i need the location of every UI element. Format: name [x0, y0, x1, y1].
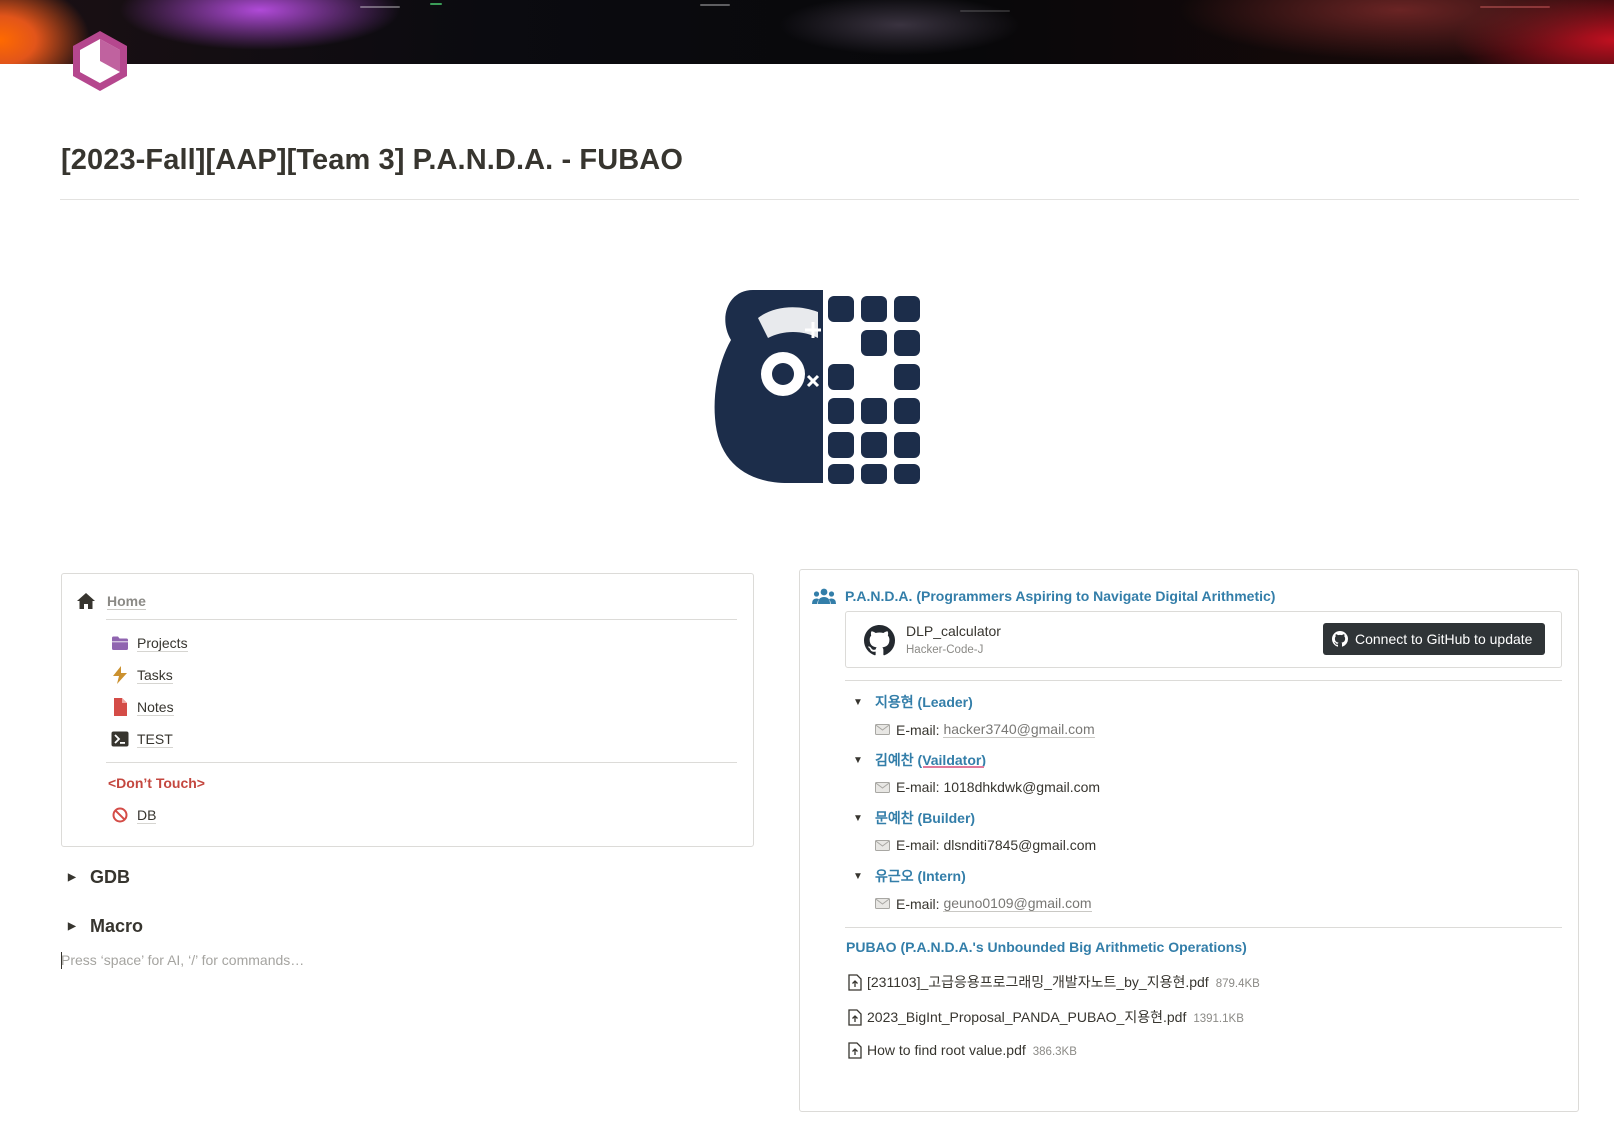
divider	[60, 199, 1579, 200]
github-embed-card[interactable]: DLP_calculator Hacker-Code-J Connect to …	[845, 611, 1562, 668]
email-link[interactable]: geuno0109@gmail.com	[943, 895, 1092, 912]
toggle-gdb[interactable]: ▶ GDB	[68, 867, 130, 888]
divider	[106, 762, 737, 763]
nav-item-label[interactable]: Notes	[137, 699, 174, 716]
member-email-row: E-mail: geuno0109@gmail.com	[875, 895, 1092, 912]
triangle-down-icon[interactable]: ▼	[853, 871, 875, 882]
triangle-down-icon[interactable]: ▼	[853, 813, 875, 824]
terminal-icon	[110, 729, 130, 749]
member-toggle[interactable]: ▼ 지용현 (Leader)	[853, 692, 973, 712]
panda-logo-image	[714, 290, 920, 484]
file-attachment[interactable]: 2023_BigInt_Proposal_PANDA_PUBAO_지용현.pdf…	[848, 1007, 1244, 1027]
member-email-row: E-mail: dlsnditi7845@gmail.com	[875, 837, 1096, 853]
github-repo-owner: Hacker-Code-J	[906, 644, 984, 656]
member-name: 문예찬 (Builder)	[875, 810, 976, 826]
cover-image[interactable]	[0, 0, 1614, 64]
spellcheck-underline	[923, 766, 984, 768]
email-text: dlsnditi7845@gmail.com	[943, 837, 1097, 853]
github-icon	[1332, 631, 1348, 647]
email-label: E-mail:	[896, 779, 940, 795]
team-title: P.A.N.D.A. (Programmers Aspiring to Navi…	[845, 588, 1276, 604]
member-toggle[interactable]: ▼ 유근오 (Intern)	[853, 866, 966, 886]
nav-item-db[interactable]: DB	[110, 804, 157, 826]
member-name: 유근오 (Intern)	[875, 868, 966, 884]
triangle-down-icon[interactable]: ▼	[853, 755, 875, 766]
nav-item-label[interactable]: TEST	[137, 731, 173, 748]
email-label: E-mail:	[896, 895, 940, 912]
cover-decoration	[0, 0, 1614, 64]
cube-icon[interactable]	[70, 28, 130, 94]
nav-item-label[interactable]: Projects	[137, 635, 188, 652]
nav-item-label[interactable]: Tasks	[137, 667, 173, 684]
nav-item-tasks[interactable]: Tasks	[110, 664, 173, 686]
triangle-down-icon[interactable]: ▼	[853, 697, 875, 708]
file-name[interactable]: [231103]_고급응용프로그래밍_개발자노트_by_지용현.pdf	[867, 972, 1209, 992]
file-size: 1391.1KB	[1193, 1013, 1244, 1025]
email-link[interactable]: hacker3740@gmail.com	[943, 721, 1095, 738]
connect-github-button[interactable]: Connect to GitHub to update	[1323, 623, 1545, 655]
file-attachment[interactable]: [231103]_고급응용프로그래밍_개발자노트_by_지용현.pdf 879.…	[848, 972, 1260, 992]
github-repo-name[interactable]: DLP_calculator	[906, 623, 1001, 639]
file-size: 386.3KB	[1032, 1046, 1077, 1058]
email-label: E-mail:	[896, 837, 940, 853]
divider	[106, 619, 737, 620]
toggle-title: GDB	[90, 867, 130, 887]
file-upload-icon	[848, 1042, 862, 1059]
page-title[interactable]: [2023-Fall][AAP][Team 3] P.A.N.D.A. - FU…	[61, 144, 683, 177]
nav-item-projects[interactable]: Projects	[110, 632, 188, 654]
home-link-row[interactable]: Home	[76, 590, 146, 612]
member-name: 지용현 (Leader)	[875, 694, 973, 710]
member-email-row: E-mail: hacker3740@gmail.com	[875, 721, 1095, 738]
envelope-icon	[875, 898, 890, 909]
pubao-title: PUBAO (P.A.N.D.A.'s Unbounded Big Arithm…	[846, 939, 1247, 955]
document-icon	[110, 697, 130, 717]
home-link[interactable]: Home	[107, 593, 146, 610]
email-label: E-mail:	[896, 721, 940, 738]
file-attachment[interactable]: How to find root value.pdf 386.3KB	[848, 1042, 1077, 1059]
nav-item-test[interactable]: TEST	[110, 728, 173, 750]
file-upload-icon	[848, 973, 862, 991]
member-toggle[interactable]: ▼ 문예찬 (Builder)	[853, 808, 975, 828]
triangle-right-icon[interactable]: ▶	[68, 921, 78, 932]
email-text: 1018dhkdwk@gmail.com	[943, 779, 1101, 795]
bolt-icon	[110, 665, 130, 685]
dont-touch-heading: <Don’t Touch>	[108, 775, 205, 791]
triangle-right-icon[interactable]: ▶	[68, 872, 78, 883]
file-size: 879.4KB	[1215, 978, 1260, 990]
envelope-icon	[875, 781, 890, 793]
text-cursor	[61, 952, 62, 969]
member-email-row: E-mail: 1018dhkdwk@gmail.com	[875, 779, 1100, 795]
envelope-icon	[875, 724, 890, 735]
button-label: Connect to GitHub to update	[1355, 631, 1533, 647]
toggle-macro[interactable]: ▶ Macro	[68, 916, 143, 937]
file-name[interactable]: 2023_BigInt_Proposal_PANDA_PUBAO_지용현.pdf	[867, 1007, 1186, 1027]
people-group-icon	[812, 588, 836, 604]
folder-icon	[110, 633, 130, 653]
nav-item-notes[interactable]: Notes	[110, 696, 174, 718]
empty-block-placeholder[interactable]: Press ‘space’ for AI, ‘/’ for commands…	[61, 952, 304, 968]
divider	[845, 680, 1562, 681]
github-icon	[864, 625, 895, 656]
divider	[845, 927, 1562, 928]
home-icon	[77, 593, 95, 609]
file-upload-icon	[848, 1008, 862, 1026]
team-heading-row: P.A.N.D.A. (Programmers Aspiring to Navi…	[812, 587, 1275, 605]
nav-item-label[interactable]: DB	[137, 807, 157, 824]
prohibited-icon	[110, 805, 130, 825]
file-name[interactable]: How to find root value.pdf	[867, 1042, 1026, 1058]
envelope-icon	[875, 839, 890, 851]
toggle-title: Macro	[90, 916, 144, 936]
